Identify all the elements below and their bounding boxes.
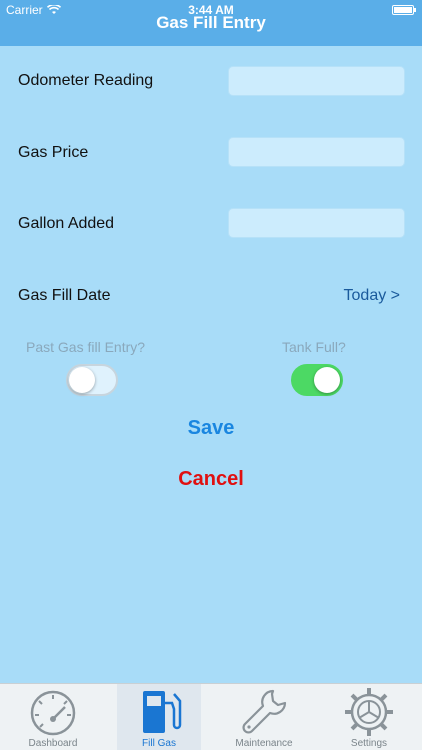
speedometer-icon	[30, 690, 76, 736]
cancel-button[interactable]: Cancel	[0, 468, 422, 491]
tab-maintenance[interactable]: Maintenance	[222, 684, 306, 750]
toggle-knob	[314, 367, 340, 393]
tab-label: Fill Gas	[142, 738, 176, 749]
tab-label: Maintenance	[235, 738, 293, 749]
gear-icon	[345, 688, 393, 736]
gallon-added-input[interactable]	[228, 208, 405, 238]
past-entry-toggle[interactable]	[66, 364, 118, 396]
tab-settings[interactable]: Settings	[327, 684, 411, 750]
tank-full-toggle[interactable]	[291, 364, 343, 396]
gas-price-label: Gas Price	[18, 144, 89, 161]
tab-dashboard[interactable]: Dashboard	[11, 684, 95, 750]
tab-bar: Dashboard Fill Gas Maintenance Settings	[0, 683, 422, 750]
odometer-input[interactable]	[228, 66, 405, 96]
save-button[interactable]: Save	[0, 417, 422, 440]
tab-label: Dashboard	[28, 738, 78, 749]
tab-fill-gas[interactable]: Fill Gas	[117, 684, 201, 750]
page-title: Gas Fill Entry	[156, 13, 266, 32]
tab-label: Settings	[350, 738, 388, 749]
navigation-bar: Gas Fill Entry	[0, 14, 422, 46]
odometer-label: Odometer Reading	[18, 72, 154, 89]
wrench-icon	[242, 689, 287, 734]
toggle-knob	[69, 367, 95, 393]
gas-pump-icon	[143, 691, 182, 733]
gas-price-input[interactable]	[228, 137, 405, 167]
tank-full-label: Tank Full?	[282, 339, 346, 355]
gas-fill-date-label: Gas Fill Date	[18, 287, 111, 304]
gas-fill-date-picker[interactable]: Today >	[344, 287, 400, 305]
gallon-added-label: Gallon Added	[18, 215, 115, 232]
past-entry-label: Past Gas fill Entry?	[26, 339, 146, 355]
